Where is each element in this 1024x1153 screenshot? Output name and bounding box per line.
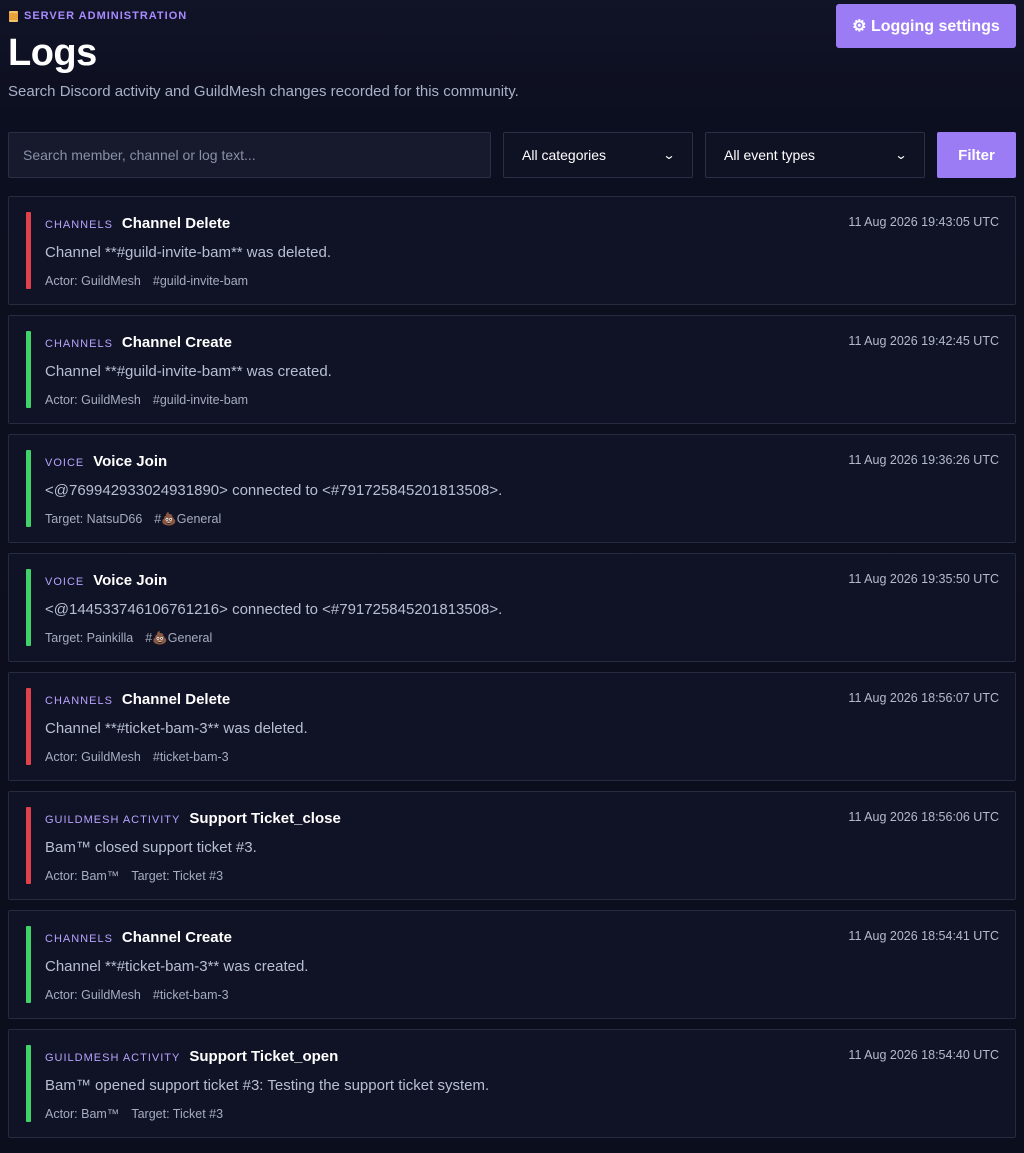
- eyebrow-label: SERVER ADMINISTRATION: [24, 10, 188, 22]
- log-timestamp: 11 Aug 2026 18:54:41 UTC: [848, 929, 999, 943]
- log-message: Channel **#guild-invite-bam** was delete…: [45, 244, 332, 261]
- log-category: GUILDMESH ACTIVITY: [45, 814, 181, 826]
- status-bar: [26, 569, 31, 646]
- log-event-name: Channel Create: [121, 929, 232, 946]
- log-event-name: Channel Delete: [121, 215, 231, 232]
- log-entry[interactable]: CHANNELS Channel Create 11 Aug 2026 18:5…: [8, 910, 1016, 1019]
- status-bar: [26, 688, 31, 765]
- log-meta-primary: Actor: GuildMesh: [45, 393, 141, 407]
- log-meta-primary: Target: Painkilla: [45, 631, 134, 645]
- log-meta-secondary: #💩General: [145, 631, 213, 645]
- search-input[interactable]: [8, 132, 491, 178]
- log-list: CHANNELS Channel Delete 11 Aug 2026 19:4…: [8, 196, 1016, 1148]
- log-category: CHANNELS: [45, 338, 113, 350]
- page-subtitle: Search Discord activity and GuildMesh ch…: [8, 83, 519, 100]
- log-timestamp: 11 Aug 2026 18:54:40 UTC: [848, 1048, 999, 1062]
- log-entry[interactable]: CHANNELS Channel Create 11 Aug 2026 19:4…: [8, 315, 1016, 424]
- log-meta-primary: Actor: GuildMesh: [45, 750, 141, 764]
- log-meta-primary: Actor: Bam™: [45, 869, 120, 883]
- chevron-down-icon: ⌄: [894, 148, 908, 162]
- log-event-name: Voice Join: [93, 572, 168, 589]
- logging-settings-button[interactable]: ⚙ Logging settings: [836, 4, 1016, 48]
- log-meta-primary: Target: NatsuD66: [45, 512, 143, 526]
- log-entry[interactable]: VOICE Voice Join 11 Aug 2026 19:35:50 UT…: [8, 553, 1016, 662]
- log-entry[interactable]: GUILDMESH ACTIVITY Support Ticket_close …: [8, 791, 1016, 900]
- log-message: <@144533746106761216> connected to <#791…: [45, 601, 503, 618]
- log-category: GUILDMESH ACTIVITY: [45, 1052, 181, 1064]
- log-category: VOICE: [45, 576, 85, 588]
- section-eyebrow: SERVER ADMINISTRATION: [9, 10, 187, 22]
- log-meta-secondary: Target: Ticket #3: [131, 1107, 224, 1121]
- log-entry[interactable]: CHANNELS Channel Delete 11 Aug 2026 18:5…: [8, 672, 1016, 781]
- chevron-down-icon: ⌄: [662, 148, 676, 162]
- scroll-icon: [9, 10, 18, 22]
- category-select-value: All categories: [522, 147, 607, 163]
- log-entry[interactable]: VOICE Voice Join 11 Aug 2026 19:36:26 UT…: [8, 434, 1016, 543]
- log-event-name: Channel Create: [121, 334, 232, 351]
- log-timestamp: 11 Aug 2026 19:42:45 UTC: [848, 334, 999, 348]
- log-meta-secondary: Target: Ticket #3: [131, 869, 224, 883]
- log-meta-secondary: #guild-invite-bam: [152, 393, 249, 407]
- log-category: CHANNELS: [45, 219, 113, 231]
- log-timestamp: 11 Aug 2026 19:36:26 UTC: [848, 453, 999, 467]
- log-meta-secondary: #ticket-bam-3: [152, 988, 229, 1002]
- log-meta-primary: Actor: Bam™: [45, 1107, 120, 1121]
- log-event-name: Support Ticket_open: [189, 1048, 339, 1065]
- log-meta-secondary: #💩General: [154, 512, 222, 526]
- event-type-select-value: All event types: [724, 147, 816, 163]
- log-message: Channel **#guild-invite-bam** was create…: [45, 363, 332, 380]
- log-category: VOICE: [45, 457, 85, 469]
- filter-bar: All categories ⌄ All event types ⌄ Filte…: [8, 132, 1016, 178]
- log-timestamp: 11 Aug 2026 19:35:50 UTC: [848, 572, 999, 586]
- log-meta-secondary: #ticket-bam-3: [152, 750, 229, 764]
- log-timestamp: 11 Aug 2026 18:56:06 UTC: [848, 810, 999, 824]
- status-bar: [26, 807, 31, 884]
- page-title: Logs: [8, 32, 97, 74]
- filter-button[interactable]: Filter: [937, 132, 1016, 178]
- log-message: Channel **#ticket-bam-3** was deleted.: [45, 720, 308, 737]
- status-bar: [26, 450, 31, 527]
- status-bar: [26, 926, 31, 1003]
- log-message: Channel **#ticket-bam-3** was created.: [45, 958, 309, 975]
- status-bar: [26, 331, 31, 408]
- log-event-name: Channel Delete: [121, 691, 231, 708]
- log-message: Bam™ opened support ticket #3: Testing t…: [45, 1077, 490, 1094]
- log-meta-secondary: #guild-invite-bam: [152, 274, 249, 288]
- log-timestamp: 11 Aug 2026 19:43:05 UTC: [848, 215, 999, 229]
- log-event-name: Voice Join: [93, 453, 168, 470]
- log-timestamp: 11 Aug 2026 18:56:07 UTC: [848, 691, 999, 705]
- log-entry[interactable]: GUILDMESH ACTIVITY Support Ticket_open 1…: [8, 1029, 1016, 1138]
- log-category: CHANNELS: [45, 933, 113, 945]
- status-bar: [26, 212, 31, 289]
- event-type-select[interactable]: All event types ⌄: [705, 132, 925, 178]
- status-bar: [26, 1045, 31, 1122]
- log-meta-primary: Actor: GuildMesh: [45, 988, 141, 1002]
- log-category: CHANNELS: [45, 695, 113, 707]
- log-message: Bam™ closed support ticket #3.: [45, 839, 257, 856]
- log-entry[interactable]: CHANNELS Channel Delete 11 Aug 2026 19:4…: [8, 196, 1016, 305]
- category-select[interactable]: All categories ⌄: [503, 132, 693, 178]
- log-message: <@769942933024931890> connected to <#791…: [45, 482, 503, 499]
- log-meta-primary: Actor: GuildMesh: [45, 274, 141, 288]
- log-event-name: Support Ticket_close: [189, 810, 341, 827]
- logs-page: SERVER ADMINISTRATION Logs Search Discor…: [0, 0, 1024, 1153]
